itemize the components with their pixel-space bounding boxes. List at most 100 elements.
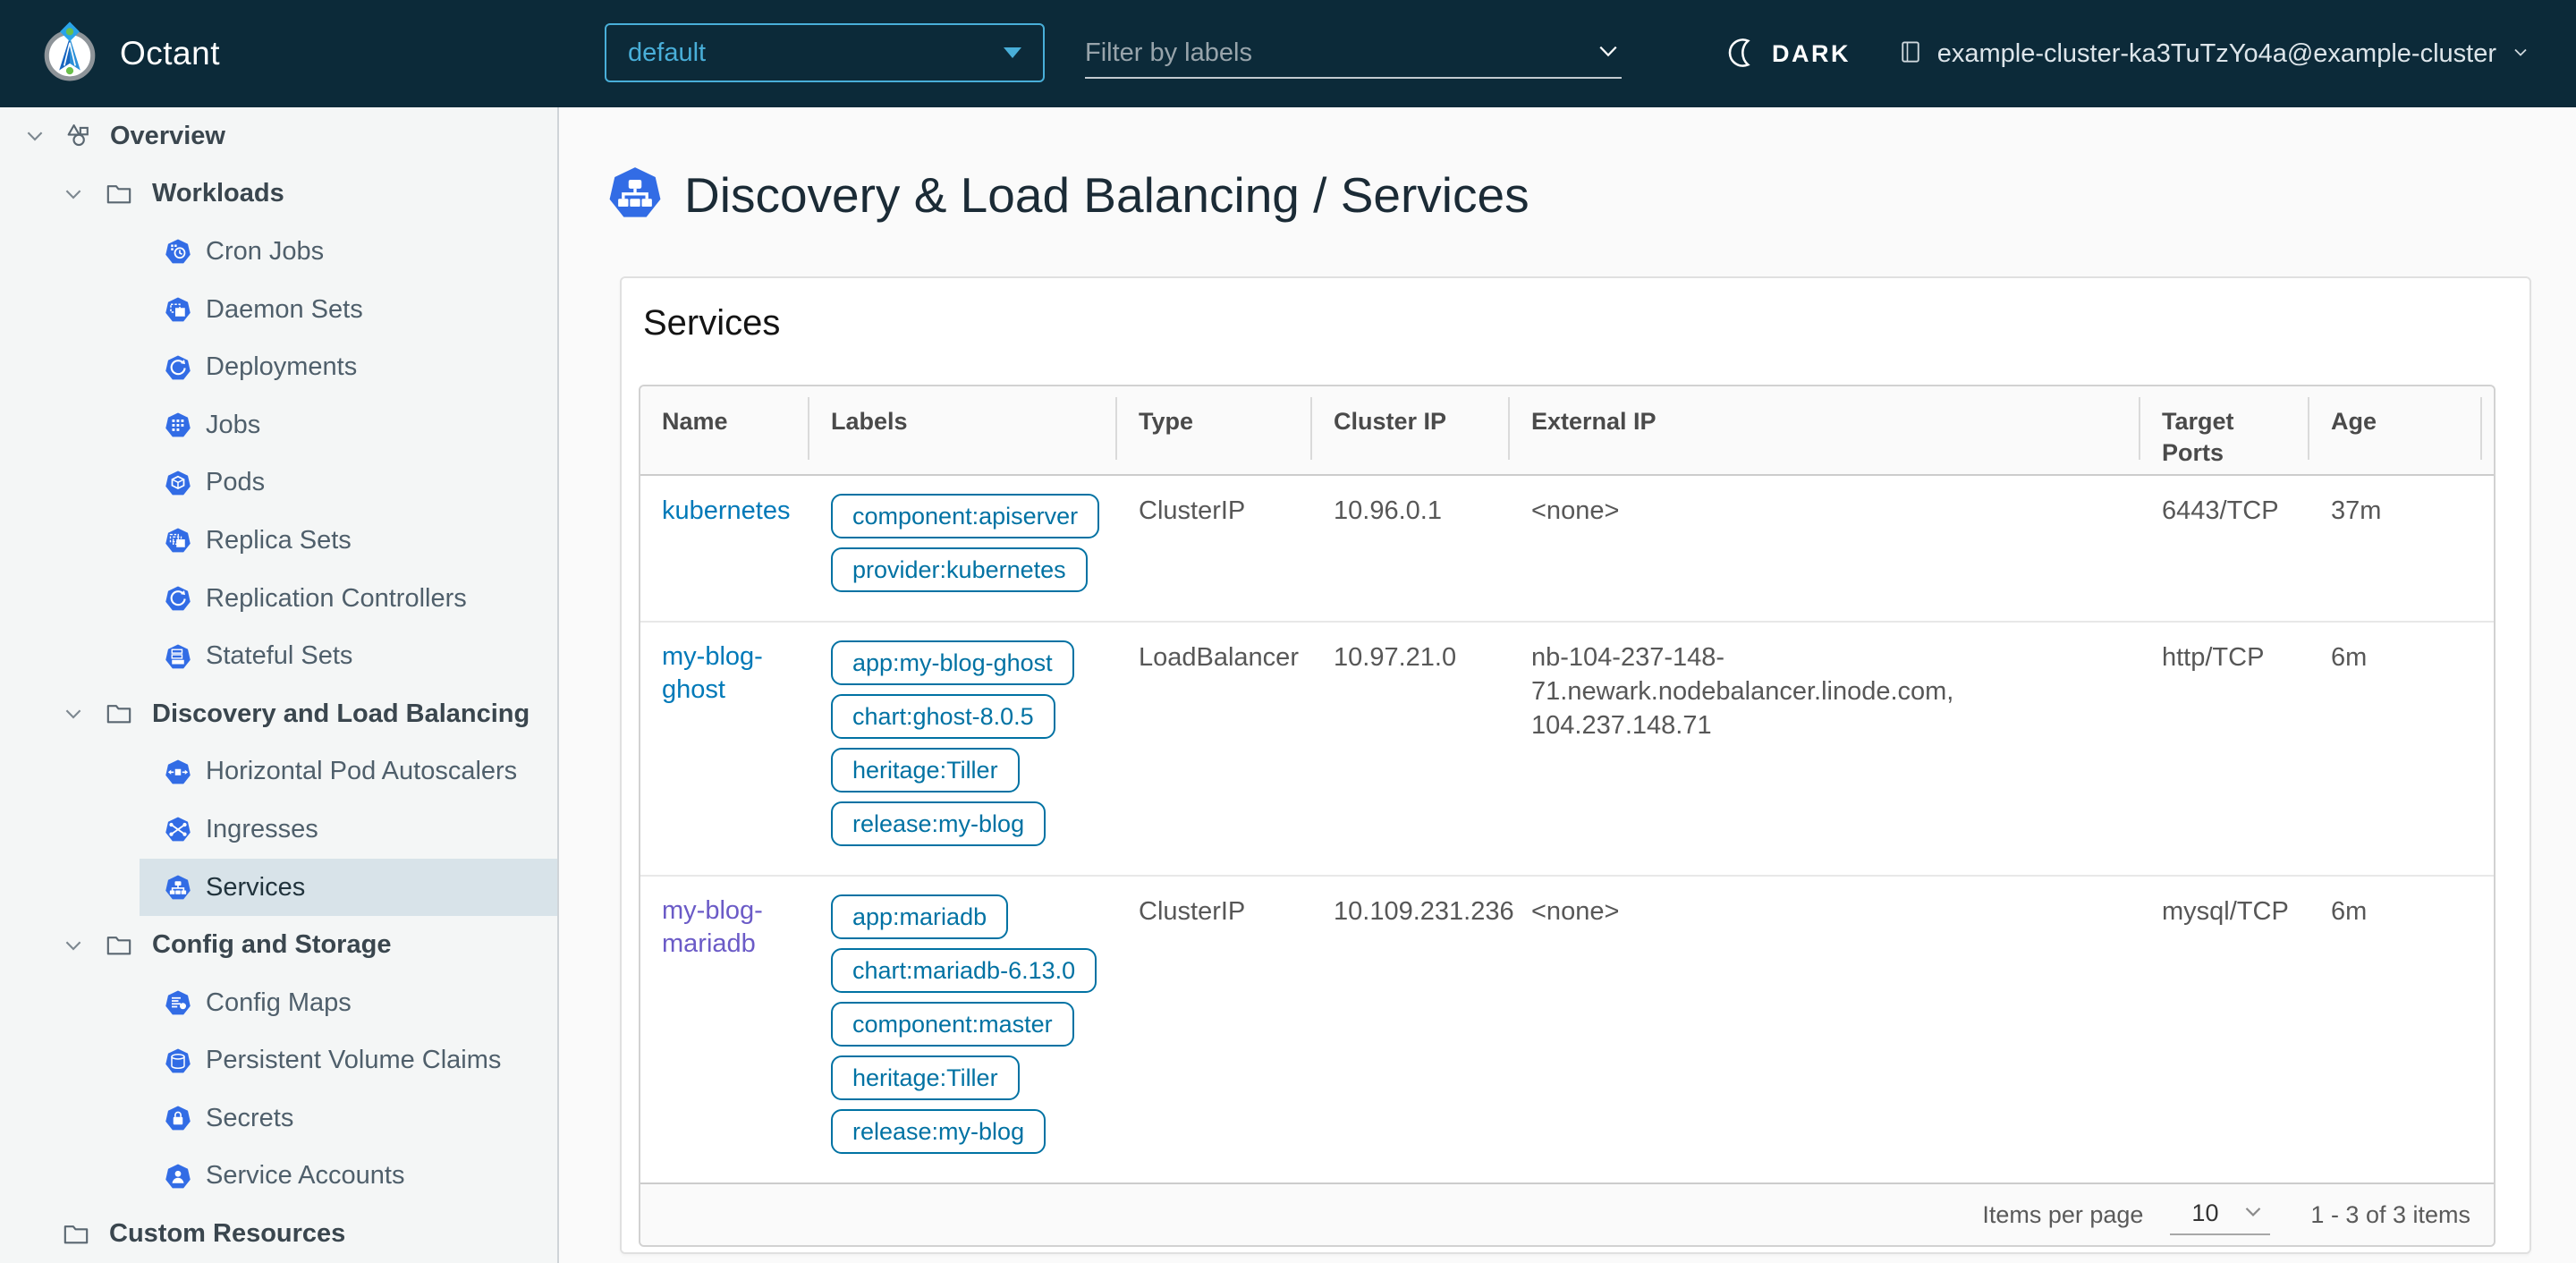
label-tag[interactable]: chart:ghost-8.0.5 (831, 694, 1055, 739)
sidebar-item-stateful-sets[interactable]: Stateful Sets (140, 627, 557, 685)
table-header: Name Labels Type Cluster IP External IP Targe… (640, 386, 2494, 476)
sidebar-item-label: Service Accounts (206, 1161, 405, 1191)
namespace-select-value: default (628, 38, 707, 67)
sidebar-item-label: Deployments (206, 352, 358, 382)
sidebar-item-persistent-volume-claims[interactable]: Persistent Volume Claims (140, 1032, 557, 1090)
sidebar-item-service-accounts[interactable]: Service Accounts (140, 1148, 557, 1206)
services-card: Services Name Labels Type Cluster IP Externa… (620, 276, 2531, 1254)
folder-icon (104, 179, 134, 209)
sidebar-item-label: Config and Storage (152, 930, 392, 960)
folder-icon (104, 930, 134, 961)
cell-target-ports: 6443/TCP (2162, 496, 2279, 525)
config-maps-icon (165, 989, 191, 1016)
hpa-icon (165, 759, 191, 785)
column-header-external-ip: External IP (1510, 386, 2140, 474)
label-tag[interactable]: provider:kubernetes (831, 547, 1088, 592)
cluster-selector[interactable]: example-cluster-ka3TuTzYo4a@example-clus… (1897, 0, 2531, 107)
cell-external-ip: nb-104-237-148-71.newark.nodebalancer.li… (1531, 643, 1954, 740)
label-tag[interactable]: heritage:Tiller (831, 748, 1020, 793)
sidebar-item-label: Cron Jobs (206, 236, 325, 266)
filter-input[interactable] (1085, 38, 1595, 68)
sidebar-item-workloads[interactable]: Workloads (0, 165, 557, 224)
cell-external-ip: <none> (1531, 897, 1620, 926)
card-title: Services (643, 303, 781, 343)
column-header-spacer (2482, 386, 2525, 474)
cell-cluster-ip: 10.97.21.0 (1334, 643, 1457, 672)
sidebar-item-custom-resources[interactable]: Custom Resources (0, 1205, 557, 1263)
sidebar-item-services[interactable]: Services (140, 858, 557, 917)
sidebar-item-config-and-storage[interactable]: Config and Storage (0, 916, 557, 974)
cell-spacer (2482, 623, 2525, 875)
table-footer: Items per page 10 1 - 3 of 3 items (640, 1182, 2494, 1245)
sidebar-item-cron-jobs[interactable]: Cron Jobs (140, 223, 557, 281)
column-header-name: Name (640, 386, 809, 474)
service-link[interactable]: my-blog-mariadb (662, 894, 788, 961)
items-per-page-label: Items per page (1982, 1200, 2144, 1228)
cluster-name: example-cluster-ka3TuTzYo4a@example-clus… (1936, 38, 2496, 68)
chevron-down-icon (2240, 1198, 2267, 1229)
sidebar-item-label: Pods (206, 468, 266, 497)
cell-labels: app:mariadb chart:mariadb-6.13.0 component… (809, 877, 1117, 1182)
chevron-down-icon[interactable] (61, 701, 86, 726)
service-link[interactable]: my-blog-ghost (662, 640, 788, 707)
sidebar-item-horizontal-pod-autoscalers[interactable]: Horizontal Pod Autoscalers (140, 743, 557, 801)
pagination-range: 1 - 3 of 3 items (2310, 1200, 2470, 1228)
sidebar-item-secrets[interactable]: Secrets (140, 1089, 557, 1148)
namespace-select[interactable]: default (605, 23, 1045, 82)
sidebar-item-label: Replica Sets (206, 525, 352, 555)
dropdown-arrow-icon (1004, 47, 1021, 58)
services-table: Name Labels Type Cluster IP External IP Targe… (639, 385, 2496, 1247)
chevron-down-icon[interactable] (1595, 38, 1622, 69)
label-tag[interactable]: app:mariadb (831, 894, 1009, 939)
sidebar-item-jobs[interactable]: Jobs (140, 396, 557, 454)
column-header-type: Type (1117, 386, 1312, 474)
deployments-icon (165, 354, 191, 381)
sidebar-item-label: Services (206, 872, 306, 902)
chevron-down-icon[interactable] (61, 182, 86, 207)
chevron-down-icon[interactable] (22, 123, 47, 148)
label-tag[interactable]: heritage:Tiller (831, 1055, 1020, 1100)
label-tag[interactable]: release:my-blog (831, 1109, 1046, 1154)
sidebar-item-daemon-sets[interactable]: Daemon Sets (140, 281, 557, 339)
label-tag[interactable]: component:master (831, 1002, 1074, 1047)
sidebar-item-replication-controllers[interactable]: Replication Controllers (140, 570, 557, 628)
cell-age: 37m (2331, 496, 2382, 525)
cell-spacer (2482, 877, 2525, 1182)
column-header-cluster-ip: Cluster IP (1312, 386, 1510, 474)
label-tag[interactable]: chart:mariadb-6.13.0 (831, 948, 1097, 993)
table-row-my-blog-ghost: my-blog-ghost app:my-blog-ghost chart:ghos… (640, 623, 2494, 877)
table-body: kubernetes component:apiserver provider:ku… (640, 476, 2494, 1182)
sidebar-nav: Overview Workloads Cron Jobs Daemon Sets Dep… (0, 107, 559, 1263)
label-tag[interactable]: app:my-blog-ghost (831, 640, 1074, 685)
sidebar-item-overview[interactable]: Overview (0, 107, 557, 165)
cell-name: my-blog-ghost (640, 623, 809, 875)
theme-toggle-label: DARK (1772, 39, 1851, 67)
sidebar-item-label: Secrets (206, 1103, 294, 1132)
sidebar-item-discovery-and-load-balancing[interactable]: Discovery and Load Balancing (0, 685, 557, 743)
cell-external-ip: <none> (1531, 496, 1620, 525)
applications-icon (64, 121, 94, 151)
sidebar-item-deployments[interactable]: Deployments (140, 338, 557, 396)
sidebar-item-ingresses[interactable]: Ingresses (140, 801, 557, 859)
cell-labels: app:my-blog-ghost chart:ghost-8.0.5 herita… (809, 623, 1117, 875)
sidebar-item-label: Replication Controllers (206, 583, 467, 613)
sidebar-item-label: Daemon Sets (206, 294, 363, 324)
page-size-value: 10 (2191, 1199, 2219, 1226)
page-size-select[interactable]: 10 (2170, 1194, 2271, 1235)
sidebar-item-pods[interactable]: Pods (140, 454, 557, 513)
sidebar-item-config-maps[interactable]: Config Maps (140, 974, 557, 1032)
octant-logo-icon (39, 21, 100, 87)
cell-spacer (2482, 476, 2525, 621)
table-row-my-blog-mariadb: my-blog-mariadb app:mariadb chart:mariadb-… (640, 877, 2494, 1182)
chevron-down-icon[interactable] (61, 933, 86, 958)
theme-toggle-button[interactable]: DARK (1726, 0, 1851, 107)
cell-name: kubernetes (640, 476, 809, 621)
sidebar-item-replica-sets[interactable]: Replica Sets (140, 512, 557, 570)
sidebar-item-label: Discovery and Load Balancing (152, 699, 530, 728)
service-link[interactable]: kubernetes (662, 495, 791, 528)
daemon-sets-icon (165, 296, 191, 323)
page-title-row: Discovery & Load Balancing / Services (607, 165, 2576, 225)
label-tag[interactable]: component:apiserver (831, 494, 1100, 538)
label-filter (1085, 29, 1622, 79)
label-tag[interactable]: release:my-blog (831, 801, 1046, 846)
